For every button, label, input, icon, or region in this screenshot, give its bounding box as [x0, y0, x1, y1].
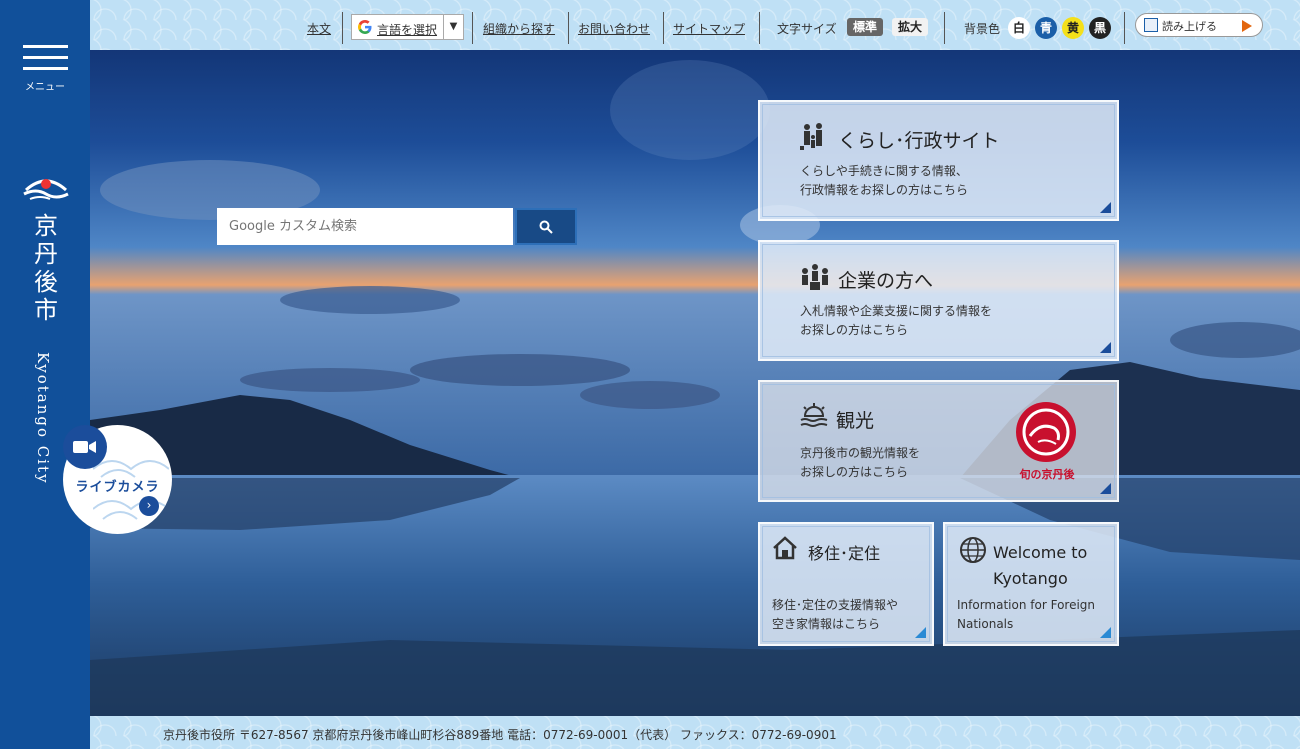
live-camera-label: ライブカメラ — [75, 480, 160, 495]
city-name-jp: 京 丹 後 市 — [28, 212, 64, 324]
card-desc-line: Nationals — [957, 617, 1014, 631]
card-title-line: Kyotango — [993, 569, 1068, 588]
city-logo-icon[interactable] — [22, 170, 70, 202]
card-description: 京丹後市の観光情報を お探しの方はこちら — [800, 444, 920, 482]
top-utility-bar: 本文 言語を選択 ▼ 組織から探す お問い合わせ サイトマップ 文字サイズ 標準… — [90, 0, 1300, 50]
card-desc-line: 行政情報をお探しの方はこちら — [800, 183, 969, 197]
card-description: 移住･定住の支援情報や 空き家情報はこちら — [772, 596, 898, 634]
read-aloud-button[interactable]: 読み上げる — [1135, 13, 1263, 37]
card-desc-line: くらしや手続きに関する情報、 — [800, 164, 968, 178]
card-desc-line: 入札情報や企業支援に関する情報を — [800, 304, 993, 318]
card-desc-line: Information for Foreign — [957, 598, 1096, 612]
divider — [1124, 12, 1125, 44]
card-desc-line: 京丹後市の観光情報を — [800, 446, 921, 460]
footer: 京丹後市役所 〒627-8567 京都府京丹後市峰山町杉谷889番地 電話：07… — [90, 716, 1300, 749]
divider — [568, 12, 569, 44]
city-name-char: 市 — [34, 296, 58, 324]
family-icon — [800, 123, 822, 150]
card-title: くらし･行政サイト — [838, 130, 1000, 152]
card-description: 入札情報や企業支援に関する情報を お探しの方はこちら — [800, 302, 992, 340]
sidebar: メニュー 京 丹 後 市 Kyotango City — [0, 0, 90, 749]
sunrise-icon — [800, 403, 828, 427]
play-icon — [1242, 20, 1252, 32]
bg-white-button[interactable]: 白 — [1008, 17, 1030, 39]
skip-to-content-link[interactable]: 本文 — [307, 20, 331, 37]
font-size-normal-button[interactable]: 標準 — [847, 18, 884, 36]
bg-blue-button[interactable]: 青 — [1035, 17, 1057, 39]
business-card[interactable]: 企業の方へ 入札情報や企業支援に関する情報を お探しの方はこちら — [758, 240, 1119, 361]
card-desc-line: お探しの方はこちら — [800, 465, 909, 479]
tourism-logo-text: 旬の京丹後 — [1019, 468, 1075, 481]
bg-color-label: 背景色 — [964, 22, 1001, 36]
divider — [663, 12, 664, 44]
video-camera-icon — [63, 425, 107, 469]
menu-icon — [23, 45, 68, 48]
font-size-large-button[interactable]: 拡大 — [892, 18, 929, 36]
divider — [472, 12, 473, 44]
business-people-icon — [802, 264, 828, 290]
tourism-logo-icon — [1016, 402, 1076, 462]
dropdown-arrow-icon: ▼ — [443, 15, 463, 39]
corner-arrow-icon — [1100, 627, 1111, 638]
menu-icon-bar — [23, 67, 68, 70]
corner-arrow-icon — [1100, 483, 1111, 494]
sitemap-link[interactable]: サイトマップ — [673, 20, 745, 37]
tourism-card[interactable]: 観光 京丹後市の観光情報を お探しの方はこちら 旬の京丹後 — [758, 380, 1119, 502]
card-desc-line: お探しの方はこちら — [800, 323, 909, 337]
corner-arrow-icon — [915, 627, 926, 638]
welcome-foreign-card[interactable]: Welcome to Kyotango Information for Fore… — [943, 522, 1119, 646]
contact-link[interactable]: お問い合わせ — [578, 20, 650, 37]
menu-icon-bar — [23, 56, 68, 59]
corner-arrow-icon — [1100, 202, 1111, 213]
city-name-en: Kyotango City — [34, 352, 52, 485]
city-name-char: 京 — [34, 212, 58, 240]
house-icon — [773, 536, 797, 560]
org-search-link[interactable]: 組織から探す — [483, 20, 555, 37]
divider — [944, 12, 945, 44]
speaker-icon — [1144, 18, 1158, 32]
search-icon — [539, 220, 553, 234]
card-desc-line: 移住･定住の支援情報や — [772, 598, 899, 612]
language-select[interactable]: 言語を選択 ▼ — [351, 14, 464, 40]
city-name-char: 丹 — [34, 240, 58, 268]
bg-black-button[interactable]: 黒 — [1089, 17, 1111, 39]
card-title: 企業の方へ — [838, 270, 934, 292]
divider — [759, 12, 760, 44]
card-description: くらしや手続きに関する情報、 行政情報をお探しの方はこちら — [800, 162, 968, 200]
read-aloud-label: 読み上げる — [1162, 20, 1217, 33]
living-admin-card[interactable]: くらし･行政サイト くらしや手続きに関する情報、 行政情報をお探しの方はこちら — [758, 100, 1119, 221]
globe-icon — [960, 537, 986, 563]
chevron-right-icon[interactable]: › — [139, 496, 159, 516]
font-size-label: 文字サイズ — [777, 22, 837, 36]
bg-yellow-button[interactable]: 黄 — [1062, 17, 1084, 39]
menu-label: メニュー — [25, 82, 65, 93]
language-select-label: 言語を選択 — [377, 23, 438, 37]
card-title: 観光 — [836, 410, 875, 432]
city-name-char: 後 — [34, 268, 58, 296]
migration-card[interactable]: 移住･定住 移住･定住の支援情報や 空き家情報はこちら — [758, 522, 934, 646]
search-button[interactable] — [515, 208, 577, 245]
google-icon — [358, 20, 372, 34]
search-input[interactable] — [217, 208, 513, 245]
footer-address: 京丹後市役所 〒627-8567 京都府京丹後市峰山町杉谷889番地 電話：07… — [163, 728, 837, 742]
card-title: 移住･定住 — [808, 544, 881, 563]
menu-button[interactable]: メニュー — [0, 0, 90, 95]
card-description: Information for Foreign Nationals — [957, 596, 1095, 634]
card-title: Welcome to Kyotango — [993, 540, 1087, 592]
divider — [342, 12, 343, 44]
corner-arrow-icon — [1100, 342, 1111, 353]
card-desc-line: 空き家情報はこちら — [772, 617, 881, 631]
card-title-line: Welcome to — [993, 543, 1088, 562]
